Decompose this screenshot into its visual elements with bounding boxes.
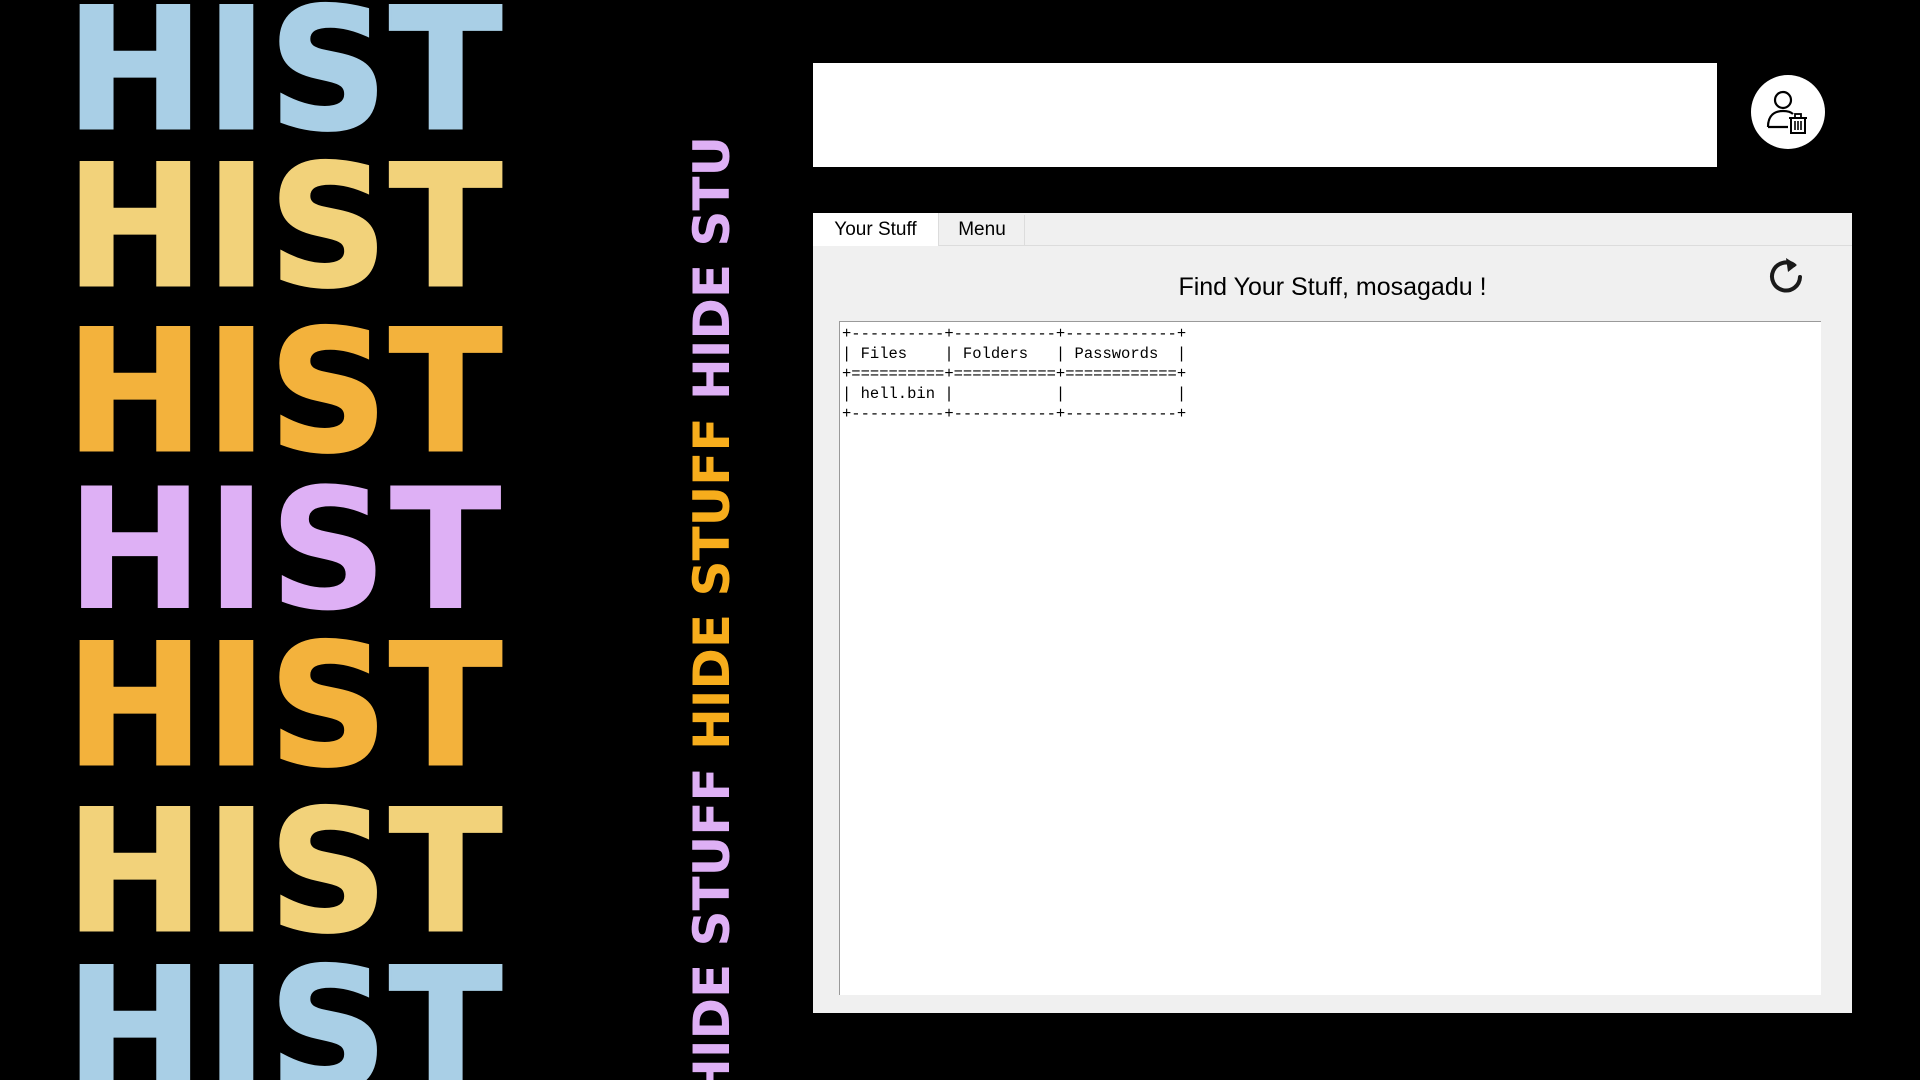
- vertical-segment: HIDE: [689, 263, 735, 401]
- results-textarea[interactable]: +----------+-----------+------------+ | …: [839, 321, 1821, 995]
- hist-word-7: HIST: [66, 932, 504, 1080]
- vertical-segment: STUFF: [689, 417, 735, 597]
- tab-menu[interactable]: Menu: [940, 215, 1025, 245]
- vertical-segment: HIDE: [689, 963, 735, 1080]
- vertical-segment: STUFF: [689, 767, 735, 947]
- vertical-segment: HIDE: [689, 613, 735, 751]
- vertical-hide-stuff-strip: HIDE STUFF HIDE STUFF HIDE STU: [689, 0, 735, 1080]
- hist-word-6: HIST: [66, 774, 504, 970]
- page-title: Find Your Stuff, mosagadu !: [1178, 273, 1487, 301]
- hist-word-2: HIST: [66, 129, 504, 325]
- user-avatar-button[interactable]: [1751, 75, 1825, 149]
- hist-word-3: HIST: [66, 294, 504, 490]
- hist-word-5: HIST: [66, 608, 504, 804]
- main-panel: Your Stuff Menu Find Your Stuff, mosagad…: [813, 213, 1852, 1013]
- vertical-segment: STU: [689, 135, 735, 247]
- top-input-bar[interactable]: [813, 63, 1717, 167]
- tab-bar: Your Stuff Menu: [813, 213, 1852, 246]
- refresh-button[interactable]: [1764, 255, 1808, 299]
- user-trash-icon: [1766, 90, 1807, 134]
- refresh-icon: [1770, 258, 1802, 293]
- vertical-text: HIDE STUFF HIDE STUFF HIDE STU: [689, 136, 735, 1080]
- tab-your-stuff[interactable]: Your Stuff: [813, 213, 939, 246]
- decorative-hist-stack: HIST HIST HIST HIST HIST HIST HIST: [66, 0, 626, 1080]
- results-table-text: +----------+-----------+------------+ | …: [842, 325, 1187, 423]
